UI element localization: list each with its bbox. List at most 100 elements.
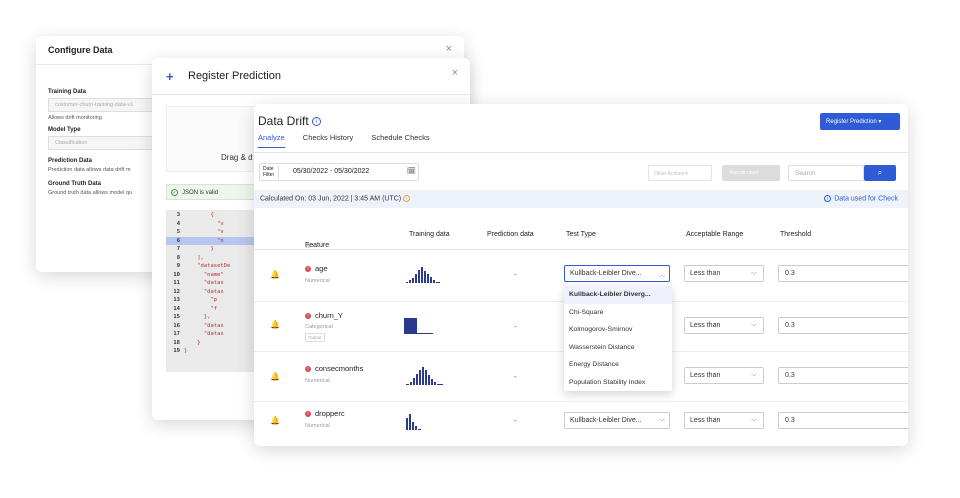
- training-data-field[interactable]: customer-churn-training-data-v1: [48, 98, 168, 112]
- code-line: 5 "v: [166, 228, 254, 237]
- date-filter[interactable]: Date Filter 05/30/2022 - 05/30/2022 🗓: [259, 163, 419, 181]
- feature-name-text: consecmonths: [315, 364, 364, 373]
- line-number: 18: [173, 339, 180, 346]
- acceptable-range-select[interactable]: Less than ﹀: [684, 367, 764, 384]
- info-icon[interactable]: i: [403, 195, 411, 202]
- training-histogram: [404, 266, 444, 284]
- model-type-field[interactable]: Classification: [48, 136, 168, 150]
- feature-type: Numerical: [305, 378, 330, 384]
- line-number: 16: [173, 322, 180, 329]
- acceptable-range-select[interactable]: Less than ﹀: [684, 412, 764, 429]
- code-line: 12 "datas: [166, 288, 254, 297]
- menu-item-chi-square[interactable]: Chi-Square: [564, 304, 672, 322]
- line-number: 5: [176, 229, 180, 235]
- acceptable-range-value: Less than: [690, 322, 721, 329]
- code-line: 16 "datas: [166, 322, 254, 331]
- threshold-input[interactable]: 0.3: [778, 317, 908, 334]
- bell-icon[interactable]: 🔔: [270, 416, 280, 425]
- acceptable-range-value: Less than: [690, 372, 721, 379]
- search-input[interactable]: Search: [788, 165, 864, 181]
- tab-checks-history[interactable]: Checks History: [303, 133, 353, 147]
- code-text: }: [184, 339, 201, 346]
- table-row: 🔔 ! dropperc Numerical - Kullback-Leibler…: [254, 402, 908, 446]
- json-editor[interactable]: 3 {4 "v 5 "v 6 "n 7 } 8 ], 9 "datasetDe 10 "na…: [166, 210, 254, 372]
- code-line: 3 {: [166, 211, 254, 220]
- data-drift-panel: Data Drift i Analyze Checks History Sched…: [254, 104, 908, 446]
- search-button[interactable]: ⌕: [864, 165, 896, 181]
- other-actions-dropdown[interactable]: Other Actions ▾: [648, 165, 712, 181]
- test-type-select[interactable]: Kullback-Leibler Dive... ﹀: [564, 412, 670, 429]
- table-header: Feature ⇅ Training data Prediction data …: [254, 220, 908, 250]
- threshold-input[interactable]: 0.3: [778, 412, 908, 429]
- calculated-text: Calculated On: 03 Jun, 2022 | 3:45 AM (U…: [260, 195, 411, 203]
- col-prediction: Prediction data: [487, 231, 534, 238]
- bell-icon[interactable]: 🔔: [270, 372, 280, 381]
- line-number: 15: [173, 314, 180, 320]
- code-text: }: [184, 246, 214, 252]
- menu-item-kolmogorov-smirnov[interactable]: Kolmogorov-Smirnov: [564, 321, 672, 339]
- feature-name-text: churn_Y: [315, 311, 343, 320]
- menu-item-energy-distance[interactable]: Energy Distance: [564, 356, 672, 374]
- acceptable-range-select[interactable]: Less than ﹀: [684, 265, 764, 282]
- line-number: 19: [173, 348, 180, 354]
- menu-item-wasserstein[interactable]: Wasserstein Distance: [564, 339, 672, 357]
- acceptable-range-select[interactable]: Less than ﹀: [684, 317, 764, 334]
- check-circle-icon: ✓: [171, 189, 178, 196]
- data-used-link[interactable]: i Data used for Check: [824, 195, 898, 202]
- tab-schedule-checks[interactable]: Schedule Checks: [371, 133, 429, 147]
- feature-name: ! age: [305, 264, 328, 273]
- prediction-value: -: [514, 270, 517, 279]
- acceptable-range-value: Less than: [690, 270, 721, 277]
- menu-item-psi[interactable]: Population Stability Index: [564, 374, 672, 392]
- feature-type: Numerical: [305, 423, 330, 429]
- training-histogram: [404, 366, 448, 386]
- bell-icon[interactable]: 🔔: [270, 320, 280, 329]
- feature-name: ! churn_Y: [305, 311, 343, 320]
- close-icon[interactable]: ×: [452, 67, 458, 79]
- col-threshold: Threshold: [780, 231, 812, 238]
- caret-down-icon: ▾: [878, 119, 882, 125]
- chevron-down-icon: ﹀: [750, 375, 757, 381]
- code-text: "datas: [184, 288, 224, 295]
- code-text: "f: [184, 305, 218, 312]
- chevron-down-icon: ﹀: [750, 325, 757, 331]
- bell-icon[interactable]: 🔔: [270, 270, 280, 279]
- feature-name: ! consecmonths: [305, 364, 363, 373]
- line-number: 14: [173, 305, 180, 312]
- calculated-banner: Calculated On: 03 Jun, 2022 | 3:45 AM (U…: [254, 190, 908, 208]
- code-text: "v: [184, 220, 224, 227]
- calendar-icon[interactable]: 🗓: [407, 167, 416, 175]
- test-type-value: Kullback-Leibler Dive...: [570, 417, 642, 424]
- error-icon: !: [305, 411, 311, 418]
- search-icon: ⌕: [877, 168, 883, 177]
- line-number: 9: [176, 263, 180, 269]
- filter-bar: Date Filter 05/30/2022 - 05/30/2022 🗓 Oth…: [254, 152, 908, 192]
- recalculate-button[interactable]: Recalculate: [722, 165, 780, 181]
- close-icon[interactable]: ×: [446, 43, 452, 55]
- feature-name-text: age: [315, 264, 328, 273]
- code-text: "n: [184, 237, 224, 244]
- line-number: 6: [176, 237, 180, 244]
- line-number: 3: [176, 212, 180, 218]
- register-prediction-button[interactable]: Register Prediction ▾: [820, 113, 900, 130]
- register-prediction-title: Register Prediction: [188, 70, 281, 82]
- menu-item-kl-divergence[interactable]: Kullback-Leibler Diverg...: [564, 286, 672, 304]
- code-text: "v: [184, 229, 224, 235]
- chevron-down-icon: ﹀: [750, 420, 757, 426]
- line-number: 13: [173, 297, 180, 303]
- code-line: 19}: [166, 347, 254, 356]
- code-text: "datas: [184, 331, 224, 337]
- threshold-input[interactable]: 0.3: [778, 367, 908, 384]
- calculated-value: Calculated On: 03 Jun, 2022 | 3:45 AM (U…: [260, 195, 402, 203]
- tab-analyze[interactable]: Analyze: [258, 133, 285, 148]
- other-actions-label: Other Actions: [654, 171, 685, 177]
- sort-icon[interactable]: ⇅: [305, 242, 311, 250]
- line-number: 11: [173, 280, 180, 286]
- test-type-select[interactable]: Kullback-Leibler Dive... ︿: [564, 265, 670, 282]
- feature-type: Numerical: [305, 278, 330, 284]
- info-icon[interactable]: i: [311, 117, 321, 127]
- col-training: Training data: [409, 231, 450, 238]
- json-valid-banner: ✓ JSON is valid: [166, 184, 266, 200]
- threshold-input[interactable]: 0.3: [778, 265, 908, 282]
- error-icon: !: [305, 266, 311, 273]
